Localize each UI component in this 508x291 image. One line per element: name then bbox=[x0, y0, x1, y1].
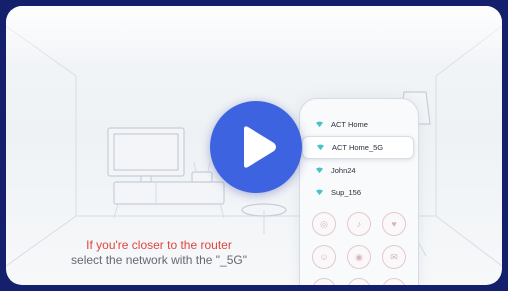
video-caption: If you're closer to the router select th… bbox=[44, 238, 274, 268]
app-icon-circle: ◉ bbox=[347, 245, 371, 269]
wifi-network-name: Sup_156 bbox=[331, 188, 362, 197]
tv-stand bbox=[113, 181, 225, 205]
video-player[interactable]: ACT Home ACT Home_5G John24 Sup_156 ◎ ♪ … bbox=[6, 6, 502, 285]
wifi-network-name: John24 bbox=[331, 166, 356, 175]
wifi-network-item-selected: ACT Home_5G bbox=[302, 136, 414, 159]
wifi-icon bbox=[316, 121, 323, 128]
top-glow bbox=[6, 6, 502, 66]
caption-line-body: select the network with the "_5G" bbox=[71, 253, 247, 267]
app-icon-circle: ◎ bbox=[312, 212, 336, 236]
wifi-icon bbox=[316, 167, 323, 174]
wifi-network-item: ACT Home bbox=[306, 114, 416, 135]
app-icon-circle: ✉ bbox=[382, 245, 406, 269]
app-icon-circle: ☺ bbox=[312, 245, 336, 269]
app-icon-circle: ★ bbox=[382, 278, 406, 285]
phone-app-grid: ◎ ♪ ♥ ☺ ◉ ✉ ☎ ✿ ★ bbox=[312, 212, 406, 285]
wifi-icon bbox=[316, 189, 323, 196]
router bbox=[191, 171, 213, 183]
wifi-network-item: John24 bbox=[306, 160, 416, 181]
wifi-network-name: ACT Home bbox=[331, 120, 368, 129]
video-frame: ACT Home ACT Home_5G John24 Sup_156 ◎ ♪ … bbox=[6, 6, 502, 285]
play-button[interactable] bbox=[210, 101, 302, 193]
app-icon-circle: ♥ bbox=[382, 212, 406, 236]
app-icon-circle: ♪ bbox=[347, 212, 371, 236]
play-icon bbox=[244, 126, 276, 168]
app-icon-circle: ☎ bbox=[312, 278, 336, 285]
wifi-icon bbox=[317, 144, 324, 151]
caption-line-highlight: If you're closer to the router bbox=[86, 238, 232, 252]
wifi-network-item: Sup_156 bbox=[306, 182, 416, 203]
wifi-network-list: ACT Home ACT Home_5G John24 Sup_156 bbox=[302, 114, 416, 204]
app-icon-circle: ✿ bbox=[347, 278, 371, 285]
wifi-network-name: ACT Home_5G bbox=[332, 143, 384, 152]
